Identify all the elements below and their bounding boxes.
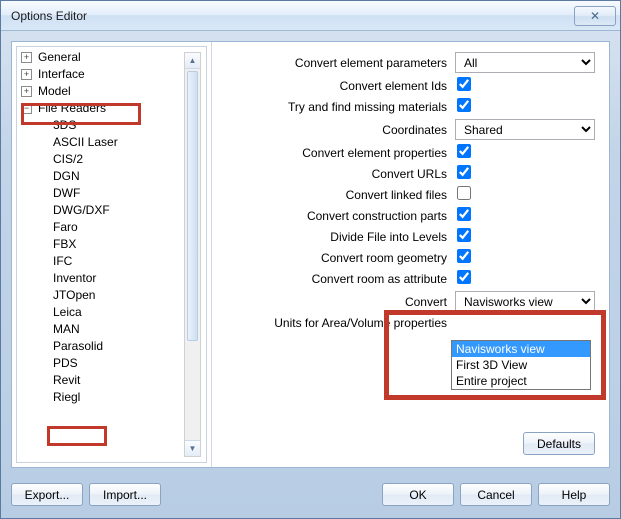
tree-label: Interface xyxy=(36,66,87,83)
tree-node-faro[interactable]: Faro xyxy=(21,219,206,236)
scroll-down-icon[interactable]: ▼ xyxy=(185,440,200,456)
label-divide-levels: Divide File into Levels xyxy=(222,230,447,244)
tree-label: IFC xyxy=(51,253,74,270)
help-button[interactable]: Help xyxy=(538,483,610,506)
combo-option[interactable]: First 3D View xyxy=(452,357,590,373)
tree-label: Faro xyxy=(51,219,80,236)
titlebar: Options Editor ✕ xyxy=(1,1,620,31)
checkbox-room-geometry[interactable] xyxy=(457,249,471,263)
tree-node-riegl[interactable]: Riegl xyxy=(21,389,206,406)
tree-node-fbx[interactable]: FBX xyxy=(21,236,206,253)
tree-label: JTOpen xyxy=(51,287,97,304)
tree-label: ASCII Laser xyxy=(51,134,120,151)
label-convert-urls: Convert URLs xyxy=(222,167,447,181)
checkbox-convert-construction[interactable] xyxy=(457,207,471,221)
tree-label: Parasolid xyxy=(51,338,105,355)
tree-panel: + General + Interface + Model − File Rea… xyxy=(12,42,212,467)
scroll-up-icon[interactable]: ▲ xyxy=(185,53,200,69)
defaults-button[interactable]: Defaults xyxy=(523,432,595,455)
label-convert-linked: Convert linked files xyxy=(222,188,447,202)
checkbox-convert-properties[interactable] xyxy=(457,144,471,158)
import-button[interactable]: Import... xyxy=(89,483,161,506)
tree-node-jtopen[interactable]: JTOpen xyxy=(21,287,206,304)
tree-label: Leica xyxy=(51,304,84,321)
tree-node-revit[interactable]: Revit xyxy=(21,372,206,389)
tree-node-pds[interactable]: PDS xyxy=(21,355,206,372)
tree-node-general[interactable]: + General xyxy=(21,49,206,66)
window-title: Options Editor xyxy=(11,9,87,23)
checkbox-room-attribute[interactable] xyxy=(457,270,471,284)
options-panel: Convert element parameters All Convert e… xyxy=(212,42,609,467)
ok-button[interactable]: OK xyxy=(382,483,454,506)
tree-label: Model xyxy=(36,83,73,100)
tree-node-interface[interactable]: + Interface xyxy=(21,66,206,83)
options-tree[interactable]: + General + Interface + Model − File Rea… xyxy=(17,47,206,408)
dialog-button-row: Export... Import... OK Cancel Help xyxy=(11,483,610,506)
tree-node-leica[interactable]: Leica xyxy=(21,304,206,321)
label-coordinates: Coordinates xyxy=(222,123,447,137)
checkbox-convert-element-ids[interactable] xyxy=(457,77,471,91)
label-convert-properties: Convert element properties xyxy=(222,146,447,160)
tree-label: MAN xyxy=(51,321,82,338)
tree-node-ifc[interactable]: IFC xyxy=(21,253,206,270)
checkbox-missing-materials[interactable] xyxy=(457,98,471,112)
tree-label: DWG/DXF xyxy=(51,202,112,219)
tree-label: Inventor xyxy=(51,270,98,287)
label-convert-construction: Convert construction parts xyxy=(222,209,447,223)
tree-label: DWF xyxy=(51,185,82,202)
tree-node-dgn[interactable]: DGN xyxy=(21,168,206,185)
tree-label: General xyxy=(36,49,83,66)
checkbox-divide-levels[interactable] xyxy=(457,228,471,242)
combo-convert[interactable]: Navisworks view xyxy=(455,291,595,312)
highlight-revit xyxy=(47,426,107,446)
tree-node-dwf[interactable]: DWF xyxy=(21,185,206,202)
tree-label: Riegl xyxy=(51,389,82,406)
tree-label: DGN xyxy=(51,168,82,185)
tree-label: PDS xyxy=(51,355,80,372)
tree-node-inventor[interactable]: Inventor xyxy=(21,270,206,287)
checkbox-convert-urls[interactable] xyxy=(457,165,471,179)
tree-scroll: + General + Interface + Model − File Rea… xyxy=(16,46,207,463)
label-room-attribute: Convert room as attribute xyxy=(222,272,447,286)
tree-node-file-readers[interactable]: − File Readers xyxy=(21,100,206,117)
tree-label: File Readers xyxy=(36,100,108,117)
tree-scrollbar[interactable]: ▲ ▼ xyxy=(184,52,201,457)
label-convert-element-ids: Convert element Ids xyxy=(222,79,447,93)
label-units: Units for Area/Volume properties xyxy=(222,316,447,330)
tree-label: Revit xyxy=(51,372,82,389)
tree-node-model[interactable]: + Model xyxy=(21,83,206,100)
minus-icon[interactable]: − xyxy=(21,103,32,114)
tree-node-parasolid[interactable]: Parasolid xyxy=(21,338,206,355)
combo-convert-element-parameters[interactable]: All xyxy=(455,52,595,73)
combo-option[interactable]: Navisworks view xyxy=(452,341,590,357)
tree-label: CIS/2 xyxy=(51,151,85,168)
combo-convert-dropdown[interactable]: Navisworks view First 3D View Entire pro… xyxy=(451,340,591,390)
cancel-button[interactable]: Cancel xyxy=(460,483,532,506)
label-room-geometry: Convert room geometry xyxy=(222,251,447,265)
plus-icon[interactable]: + xyxy=(21,52,32,63)
label-convert: Convert xyxy=(222,295,447,309)
tree-node-3ds[interactable]: 3DS xyxy=(21,117,206,134)
content: + General + Interface + Model − File Rea… xyxy=(11,41,610,468)
scroll-thumb[interactable] xyxy=(187,71,198,341)
close-button[interactable]: ✕ xyxy=(574,6,616,26)
label-missing-materials: Try and find missing materials xyxy=(222,100,447,114)
combo-coordinates[interactable]: Shared xyxy=(455,119,595,140)
tree-node-man[interactable]: MAN xyxy=(21,321,206,338)
close-icon: ✕ xyxy=(590,9,600,23)
tree-label: FBX xyxy=(51,236,78,253)
plus-icon[interactable]: + xyxy=(21,69,32,80)
tree-node-ascii-laser[interactable]: ASCII Laser xyxy=(21,134,206,151)
label-convert-element-parameters: Convert element parameters xyxy=(222,56,447,70)
checkbox-convert-linked[interactable] xyxy=(457,186,471,200)
plus-icon[interactable]: + xyxy=(21,86,32,97)
combo-option[interactable]: Entire project xyxy=(452,373,590,389)
tree-node-cis-2[interactable]: CIS/2 xyxy=(21,151,206,168)
tree-node-dwg-dxf[interactable]: DWG/DXF xyxy=(21,202,206,219)
tree-label: 3DS xyxy=(51,117,78,134)
export-button[interactable]: Export... xyxy=(11,483,83,506)
